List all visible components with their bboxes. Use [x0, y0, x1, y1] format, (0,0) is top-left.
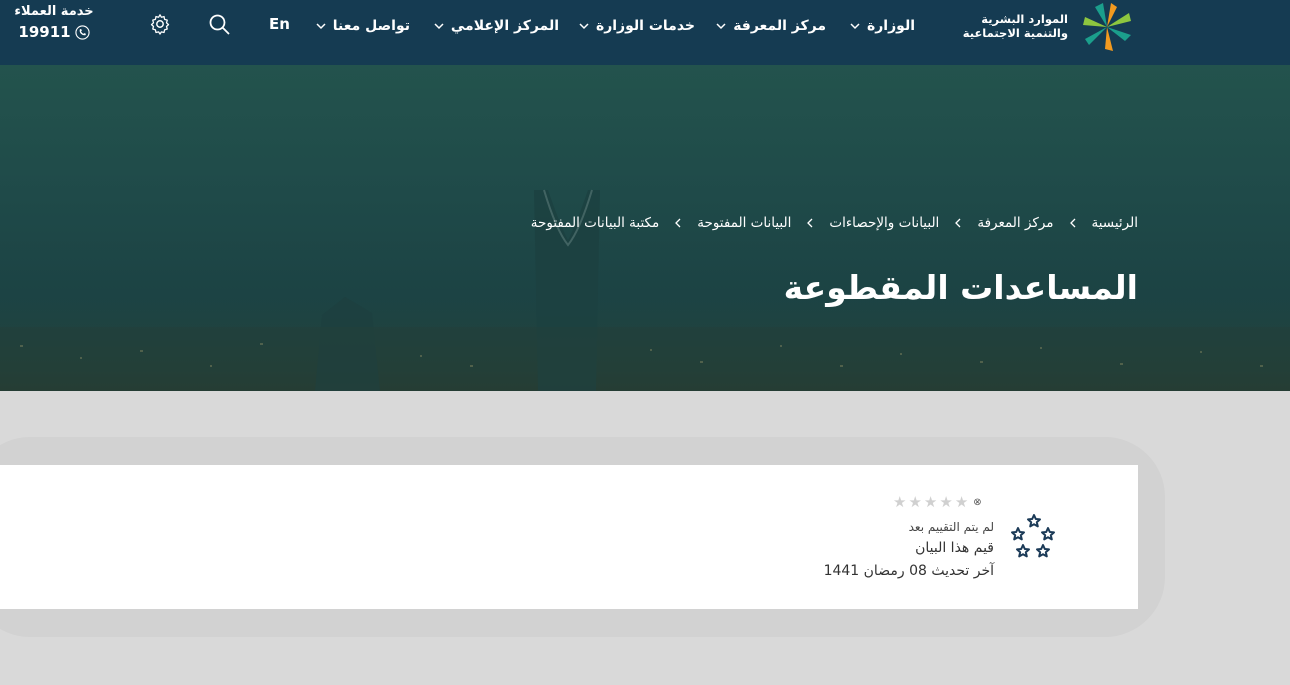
no-rating-text: لم يتم التقييم بعد: [908, 520, 994, 534]
rating-star-3[interactable]: ★: [924, 494, 937, 510]
language-switch[interactable]: En: [269, 15, 290, 33]
breadcrumb-data-statistics[interactable]: البيانات والإحصاءات: [829, 215, 939, 231]
search-button[interactable]: [208, 13, 232, 41]
page-title: المساعدات المقطوعة: [783, 268, 1138, 307]
nav-contact-us-label: تواصل معنا: [332, 18, 410, 34]
customer-service-label: خدمة العملاء: [14, 4, 94, 19]
nav-ministry-services[interactable]: خدمات الوزارة: [578, 15, 695, 37]
ministry-logo-icon: [1083, 3, 1131, 51]
customer-service-number-group: 19911: [18, 23, 90, 41]
chevron-down-icon: [316, 23, 326, 30]
phone-icon: [74, 24, 90, 40]
ministry-logo[interactable]: الموارد البشرية والتنمية الاجتماعية: [963, 0, 1138, 56]
nav-contact-us[interactable]: تواصل معنا: [315, 15, 410, 37]
rating-star-5[interactable]: ★: [955, 494, 968, 510]
breadcrumb-open-data-library[interactable]: مكتبة البيانات المفتوحة: [531, 215, 660, 231]
settings-button[interactable]: [149, 13, 171, 39]
logo-text-line2: والتنمية الاجتماعية: [962, 26, 1068, 40]
customer-service[interactable]: خدمة العملاء 19911: [0, 4, 108, 41]
chevron-left-icon: [1069, 218, 1075, 228]
breadcrumb-knowledge-center[interactable]: مركز المعرفة: [977, 215, 1053, 231]
hero-banner: الرئيسية مركز المعرفة البيانات والإحصاءا…: [0, 65, 1290, 391]
last-update-text: آخر تحديث 08 رمضان 1441: [823, 563, 994, 579]
nav-ministry[interactable]: الوزارة: [849, 15, 915, 37]
nav-ministry-services-label: خدمات الوزارة: [595, 18, 695, 34]
rating-star-4[interactable]: ★: [939, 494, 952, 510]
nav-ministry-label: الوزارة: [866, 18, 915, 34]
customer-service-number: 19911: [18, 23, 71, 41]
breadcrumb: الرئيسية مركز المعرفة البيانات والإحصاءا…: [531, 215, 1138, 231]
breadcrumb-open-data[interactable]: البيانات المفتوحة: [697, 215, 791, 231]
search-icon: [209, 14, 230, 35]
rating-reset-icon[interactable]: ⊗: [973, 497, 981, 508]
nav-knowledge-center-label: مركز المعرفة: [733, 18, 826, 34]
chevron-down-icon: [579, 23, 589, 30]
rating-star-2[interactable]: ★: [908, 494, 921, 510]
chevron-left-icon: [807, 218, 813, 228]
chevron-down-icon: [850, 23, 860, 30]
logo-text: الموارد البشرية والتنمية الاجتماعية: [963, 12, 1068, 40]
rate-this-dataset-link[interactable]: قيم هذا البيان: [915, 540, 994, 556]
rating-stars: ★ ★ ★ ★ ★ ⊗: [893, 494, 982, 510]
chevron-left-icon: [675, 218, 681, 228]
breadcrumb-home[interactable]: الرئيسية: [1092, 215, 1139, 231]
top-navigation-bar: الموارد البشرية والتنمية الاجتماعية الوز…: [0, 0, 1290, 65]
chevron-down-icon: [434, 23, 444, 30]
nav-knowledge-center[interactable]: مركز المعرفة: [715, 15, 826, 37]
stars-rating-icon: [1011, 514, 1055, 558]
nav-media-center[interactable]: المركز الإعلامي: [433, 15, 559, 37]
chevron-left-icon: [955, 218, 961, 228]
nav-media-center-label: المركز الإعلامي: [450, 18, 559, 34]
dataset-card: [0, 465, 1138, 609]
rating-star-1[interactable]: ★: [893, 494, 906, 510]
chevron-down-icon: [716, 23, 726, 30]
gear-icon: [150, 14, 170, 35]
logo-text-line1: الموارد البشرية: [981, 12, 1068, 26]
